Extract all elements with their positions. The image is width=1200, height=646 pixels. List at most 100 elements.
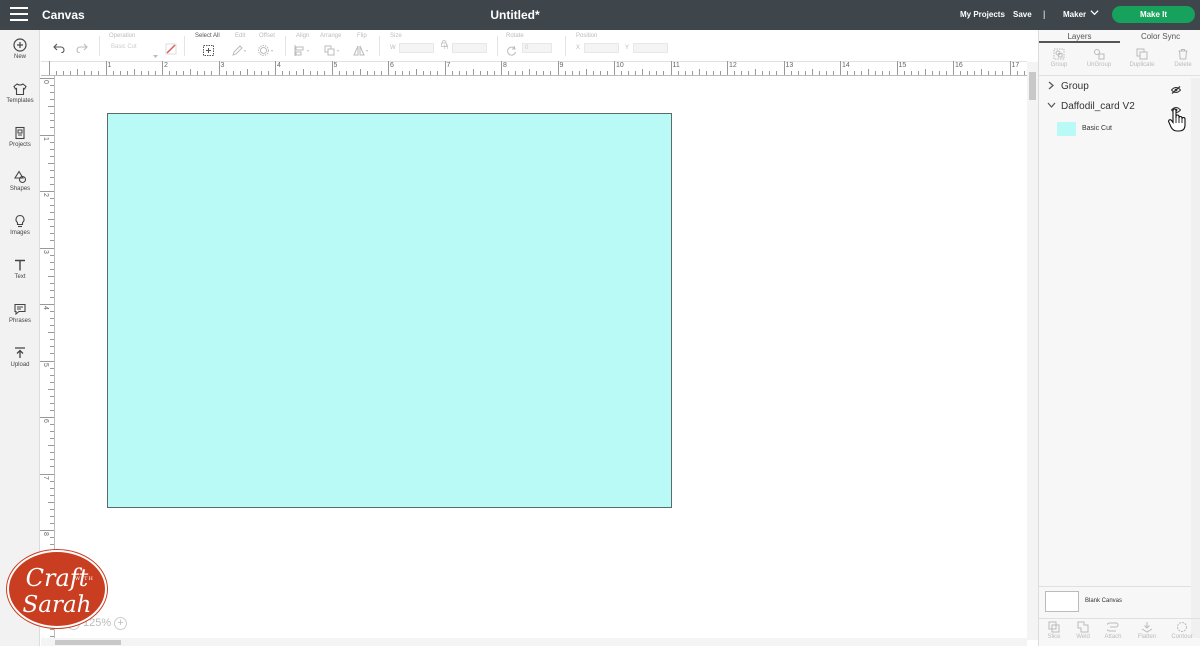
- ruler-tick: [119, 71, 121, 75]
- text-icon: [15, 259, 25, 271]
- redo-icon[interactable]: [76, 40, 88, 58]
- slice-button[interactable]: Slice: [1039, 621, 1069, 640]
- speech-bubble-icon: [14, 303, 26, 316]
- blank-canvas-label: Blank Canvas: [1085, 598, 1123, 604]
- ruler-label: 8: [42, 532, 49, 536]
- ruler-tick: [331, 61, 333, 75]
- flip-label: Flip: [357, 33, 367, 39]
- chevron-right-icon[interactable]: [1047, 81, 1055, 92]
- sidebar-item-templates[interactable]: Templates: [0, 82, 40, 120]
- tab-color-sync[interactable]: Color Sync: [1120, 30, 1200, 43]
- my-projects-link[interactable]: My Projects: [960, 10, 1005, 19]
- ruler-tick: [592, 71, 594, 75]
- chevron-down-icon[interactable]: [1047, 101, 1056, 111]
- panel-scrollbar[interactable]: [1191, 78, 1200, 638]
- ruler-tick: [77, 69, 79, 75]
- ruler-label: 17: [1011, 62, 1020, 69]
- x-position-field[interactable]: [584, 43, 619, 53]
- align-icon[interactable]: [294, 43, 312, 61]
- ruler-tick: [924, 69, 926, 75]
- ruler-tick: [50, 296, 54, 298]
- arrange-icon[interactable]: [324, 43, 342, 61]
- hand-pointer-icon: [1168, 108, 1186, 137]
- layer-row-group[interactable]: Group: [1039, 77, 1191, 97]
- canvas-shape[interactable]: [107, 113, 672, 508]
- ruler-tick: [818, 71, 820, 75]
- make-it-button[interactable]: Make It: [1112, 6, 1195, 23]
- sidebar-item-projects[interactable]: Projects: [0, 126, 40, 164]
- sidebar-item-shapes[interactable]: Shapes: [0, 170, 40, 208]
- delete-button[interactable]: Delete: [1163, 48, 1200, 68]
- panel-tabs: Layers Color Sync: [1039, 30, 1200, 43]
- sidebar-item-phrases[interactable]: Phrases: [0, 302, 40, 340]
- ruler-tick: [50, 212, 54, 214]
- pen-color-icon[interactable]: [165, 42, 177, 60]
- height-field[interactable]: [452, 43, 487, 53]
- ruler-tick: [656, 71, 658, 75]
- vertical-scrollbar[interactable]: [1027, 62, 1038, 640]
- ruler-tick: [112, 71, 114, 75]
- ungroup-button[interactable]: UnGroup: [1079, 48, 1119, 68]
- horizontal-scrollbar[interactable]: [41, 638, 1027, 646]
- select-all-icon[interactable]: [203, 43, 214, 61]
- ruler-tick: [40, 134, 54, 136]
- sidebar-label: Text: [14, 274, 26, 280]
- ruler-tick: [50, 141, 54, 143]
- machine-select[interactable]: Maker: [1063, 10, 1086, 19]
- design-canvas[interactable]: [56, 77, 1027, 638]
- blank-canvas-row[interactable]: Blank Canvas: [1039, 586, 1191, 616]
- duplicate-button[interactable]: Duplicate: [1122, 48, 1162, 68]
- weld-button[interactable]: Weld: [1068, 621, 1098, 640]
- tab-layers[interactable]: Layers: [1039, 30, 1120, 43]
- ruler-tick: [48, 162, 54, 164]
- ruler-label: 3: [220, 62, 225, 69]
- ruler-tick: [727, 61, 728, 75]
- scroll-thumb[interactable]: [55, 640, 121, 645]
- offset-label: Offset: [259, 33, 275, 39]
- ruler-tick: [40, 530, 54, 531]
- ruler-tick: [48, 332, 54, 334]
- width-field[interactable]: [399, 43, 434, 53]
- ruler-tick: [126, 71, 128, 75]
- ruler-tick: [50, 282, 54, 284]
- ruler-tick: [218, 61, 220, 75]
- flip-icon[interactable]: [353, 43, 371, 61]
- height-label: H: [444, 45, 449, 51]
- ruler-tick: [748, 71, 750, 75]
- save-link[interactable]: Save: [1013, 10, 1032, 19]
- ruler-tick: [578, 71, 580, 75]
- ruler-tick: [50, 261, 54, 263]
- rotate-field[interactable]: 0: [522, 43, 552, 53]
- attach-button[interactable]: Attach: [1098, 621, 1128, 640]
- weld-icon: [1077, 621, 1089, 633]
- ruler-label: 1: [107, 62, 112, 69]
- ruler-tick: [50, 289, 54, 291]
- zoom-in-button[interactable]: +: [114, 616, 128, 630]
- sidebar-item-images[interactable]: Images: [0, 214, 40, 252]
- ruler-tick: [50, 339, 54, 341]
- ruler-tick: [50, 381, 54, 383]
- ruler-tick: [40, 304, 54, 305]
- ruler-tick: [917, 71, 919, 75]
- flatten-button[interactable]: Flatten: [1132, 621, 1162, 640]
- ruler-tick: [621, 71, 623, 75]
- group-button[interactable]: Group: [1039, 48, 1079, 68]
- chevron-down-icon[interactable]: [1090, 8, 1099, 19]
- offset-icon[interactable]: [258, 43, 276, 61]
- edit-icon[interactable]: [232, 43, 248, 61]
- sidebar-item-upload[interactable]: Upload: [0, 346, 40, 384]
- y-position-field[interactable]: [633, 43, 668, 53]
- sidebar-item-text[interactable]: Text: [0, 258, 40, 296]
- ruler-tick: [282, 71, 284, 75]
- ruler-tick: [614, 61, 615, 75]
- contour-button[interactable]: Contour: [1167, 621, 1197, 640]
- ruler-tick: [50, 402, 54, 404]
- ruler-tick: [162, 61, 163, 75]
- sidebar-item-new[interactable]: New: [0, 38, 40, 76]
- ruler-tick: [50, 409, 54, 411]
- group-label: Group: [1050, 62, 1068, 68]
- sidebar-label: Upload: [10, 362, 30, 368]
- ungroup-label: UnGroup: [1086, 62, 1112, 68]
- undo-icon[interactable]: [53, 40, 65, 58]
- scroll-thumb[interactable]: [1029, 72, 1036, 100]
